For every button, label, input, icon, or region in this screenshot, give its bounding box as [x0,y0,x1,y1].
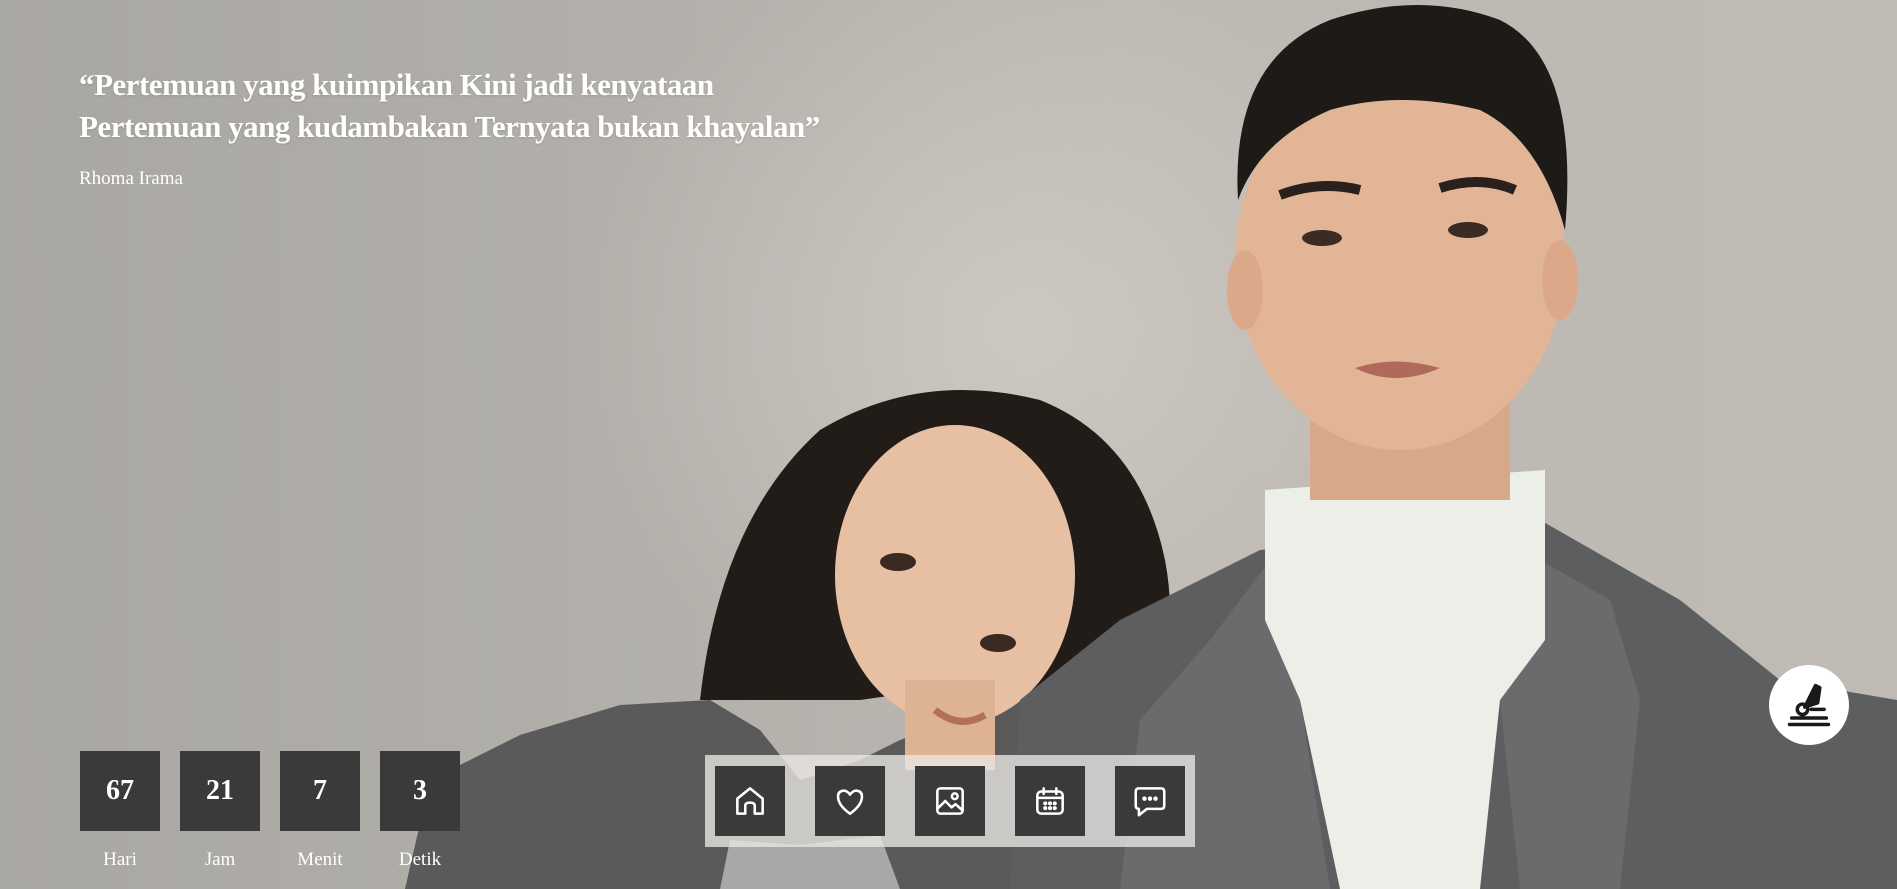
gramophone-icon [1787,683,1831,727]
countdown-days: 67 Hari [80,751,160,871]
nav-gallery-button[interactable] [915,766,985,836]
music-toggle-button[interactable] [1769,665,1849,745]
countdown-minutes-label: Menit [297,849,343,870]
countdown-days-value: 67 [80,751,160,831]
quote-author: Rhoma Irama [79,168,183,189]
quote-line-1: “Pertemuan yang kuimpikan Kini jadi keny… [79,67,714,102]
countdown-seconds: 3 Detik [380,751,460,871]
nav-wishes-button[interactable] [1115,766,1185,836]
image-icon [936,787,964,815]
countdown-days-label: Hari [103,849,137,870]
countdown-hours: 21 Jam [180,751,260,871]
quote-block: “Pertemuan yang kuimpikan Kini jadi keny… [79,64,820,190]
nav-home-button[interactable] [715,766,785,836]
heart-icon [836,789,864,815]
nav-event-button[interactable] [1015,766,1085,836]
calendar-icon [1036,787,1064,815]
countdown-minutes-value: 7 [280,751,360,831]
countdown-seconds-value: 3 [380,751,460,831]
hero-section: “Pertemuan yang kuimpikan Kini jadi keny… [0,0,1897,889]
nav-couple-button[interactable] [815,766,885,836]
countdown-minutes: 7 Menit [280,751,360,871]
countdown-seconds-label: Detik [398,849,442,870]
chat-bubble-icon [1134,787,1166,817]
quote-line-2: Pertemuan yang kudambakan Ternyata bukan… [79,109,820,144]
bottom-nav-bar [705,755,1195,847]
countdown-hours-value: 21 [180,751,260,831]
countdown-timer: 67 Hari 21 Jam 7 Menit 3 Detik [80,751,460,871]
home-icon [736,787,764,815]
countdown-hours-label: Jam [204,849,236,870]
